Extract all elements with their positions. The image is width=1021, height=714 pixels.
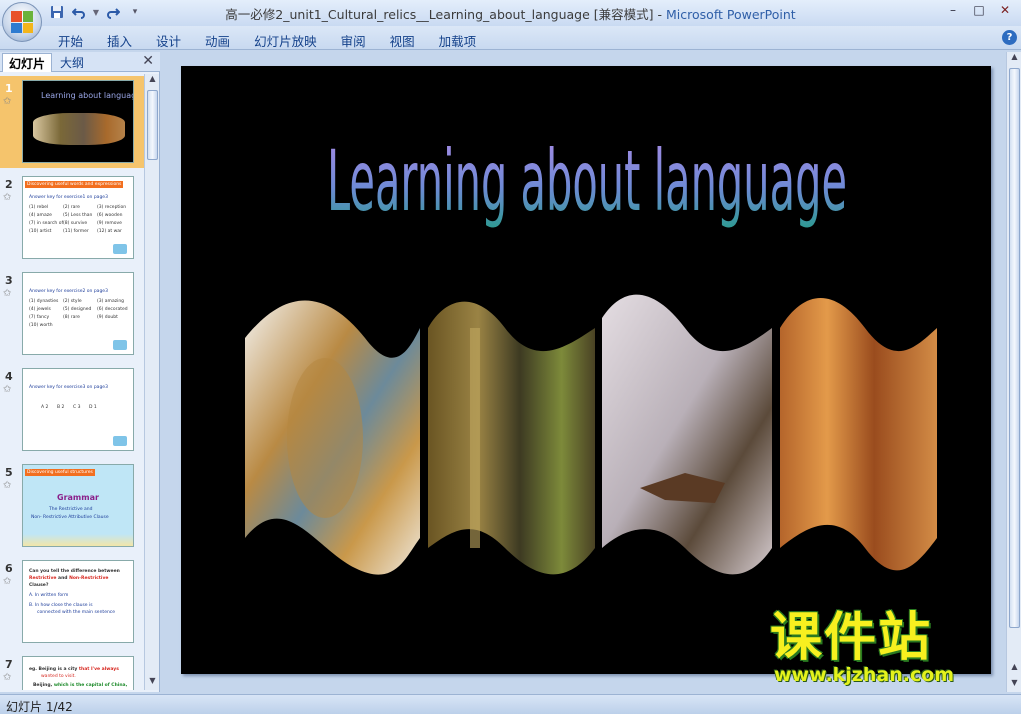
window-title: 高一必修2_unit1_Cultural_relics__Learning_ab… — [225, 7, 796, 22]
slide-thumbnail-5[interactable]: 5 ✩ Discovering useful structures Gramma… — [0, 460, 144, 552]
slide-counter: 幻灯片 1/42 — [6, 700, 73, 714]
maximize-button[interactable]: □ — [967, 1, 991, 19]
slide-preview: Can you tell the difference between Rest… — [22, 560, 134, 643]
watermark-url: www.kjzhan.com — [774, 664, 955, 686]
watermark-logo-text: 课件站 — [770, 608, 933, 668]
slides-pane: 幻灯片 大纲 ✕ 1 ✩ Learning about language 2 ✩… — [0, 52, 160, 692]
next-slide-icon[interactable]: ▼ — [1007, 678, 1021, 692]
tab-design[interactable]: 设计 — [144, 29, 193, 52]
animation-star-icon: ✩ — [3, 192, 12, 203]
site-watermark: 课件站 www.kjzhan.com — [770, 610, 1006, 690]
scroll-down-icon[interactable]: ▼ — [145, 676, 160, 690]
slide-title: Learning about language — [327, 134, 847, 231]
decoration-icon — [113, 340, 127, 350]
slide-preview: Answer key for exercise3 on page3 A 2 B … — [22, 368, 134, 451]
bronze-horse-photo — [602, 294, 772, 575]
animation-star-icon: ✩ — [3, 672, 12, 683]
tab-outline[interactable]: 大纲 — [54, 53, 90, 72]
thumbnails-scrollbar[interactable]: ▲ ▼ — [144, 74, 159, 690]
previous-slide-icon[interactable]: ▲ — [1007, 662, 1021, 676]
slide-thumbnail-4[interactable]: 4 ✩ Answer key for exercise3 on page3 A … — [0, 364, 144, 456]
slide-thumbnail-1[interactable]: 1 ✩ Learning about language — [0, 76, 144, 168]
office-logo-icon — [11, 11, 33, 33]
decoration-strip — [23, 534, 133, 546]
slide-preview: Discovering useful words and expressions… — [22, 176, 134, 259]
slide-thumbnail-2[interactable]: 2 ✩ Discovering useful words and express… — [0, 172, 144, 264]
document-title: 高一必修2_unit1_Cultural_relics__Learning_ab… — [225, 7, 654, 22]
help-icon[interactable]: ? — [1002, 30, 1017, 45]
slide-thumbnail-7[interactable]: 7 ✩ eg. Beijing is a city that I've alwa… — [0, 652, 144, 690]
pane-tabs: 幻灯片 大纲 ✕ — [0, 52, 160, 72]
title-bar: ▼ ▾ 高一必修2_unit1_Cultural_relics__Learnin… — [0, 0, 1021, 26]
sword-blade — [470, 328, 480, 548]
tab-home[interactable]: 开始 — [46, 29, 95, 52]
close-button[interactable]: ✕ — [993, 1, 1017, 19]
scroll-up-icon[interactable]: ▲ — [1007, 52, 1021, 66]
slide-title-wordart[interactable]: Learning about language — [317, 118, 857, 238]
vase-shape — [287, 358, 363, 518]
tab-review[interactable]: 审阅 — [329, 29, 378, 52]
status-bar: 幻灯片 1/42 — [0, 694, 1021, 714]
tab-animations[interactable]: 动画 — [193, 29, 242, 52]
animation-star-icon: ✩ — [3, 288, 12, 299]
close-pane-icon[interactable]: ✕ — [142, 53, 154, 69]
ribbon-tabs: 开始 插入 设计 动画 幻灯片放映 审阅 视图 加载项 ? — [0, 26, 1021, 50]
slide-editor: Learning about language — [162, 52, 1004, 692]
tab-insert[interactable]: 插入 — [95, 29, 144, 52]
amber-room-photo — [780, 298, 937, 571]
scroll-thumb[interactable] — [147, 90, 158, 160]
scroll-up-icon[interactable]: ▲ — [145, 74, 160, 88]
animation-star-icon: ✩ — [3, 480, 12, 491]
animation-star-icon: ✩ — [3, 384, 12, 395]
tab-addins[interactable]: 加载项 — [427, 29, 489, 52]
decoration-icon — [113, 436, 127, 446]
window-controls: – □ ✕ — [941, 1, 1017, 19]
tab-view[interactable]: 视图 — [378, 29, 427, 52]
slide-preview: Learning about language — [22, 80, 134, 163]
current-slide[interactable]: Learning about language — [181, 66, 991, 674]
photo-strip-preview — [33, 113, 125, 145]
app-name: Microsoft PowerPoint — [666, 7, 796, 22]
slide-preview: Discovering useful structures Grammar Th… — [22, 464, 134, 547]
slide-thumbnail-3[interactable]: 3 ✩ Answer key for exercise2 on page3 (1… — [0, 268, 144, 360]
animation-star-icon: ✩ — [3, 576, 12, 587]
editor-scrollbar[interactable]: ▲ ▲ ▼ — [1006, 52, 1021, 692]
minimize-button[interactable]: – — [941, 1, 965, 19]
slide-thumbnails: 1 ✩ Learning about language 2 ✩ Discover… — [0, 74, 144, 690]
animation-star-icon: ✩ — [3, 96, 12, 107]
tab-slideshow[interactable]: 幻灯片放映 — [242, 29, 329, 52]
slide-number: 1 — [5, 82, 13, 95]
slide-preview: Answer key for exercise2 on page3 (1) dy… — [22, 272, 134, 355]
tab-slides[interactable]: 幻灯片 — [2, 53, 53, 72]
slide-preview: eg. Beijing is a city that I've always w… — [22, 656, 134, 690]
decoration-icon — [113, 244, 127, 254]
bronze-sword-photo — [428, 301, 595, 575]
office-button[interactable] — [2, 2, 42, 42]
slide-thumbnail-6[interactable]: 6 ✩ Can you tell the difference between … — [0, 556, 144, 648]
scroll-thumb[interactable] — [1009, 68, 1020, 628]
cultural-relics-photos[interactable] — [245, 288, 945, 578]
